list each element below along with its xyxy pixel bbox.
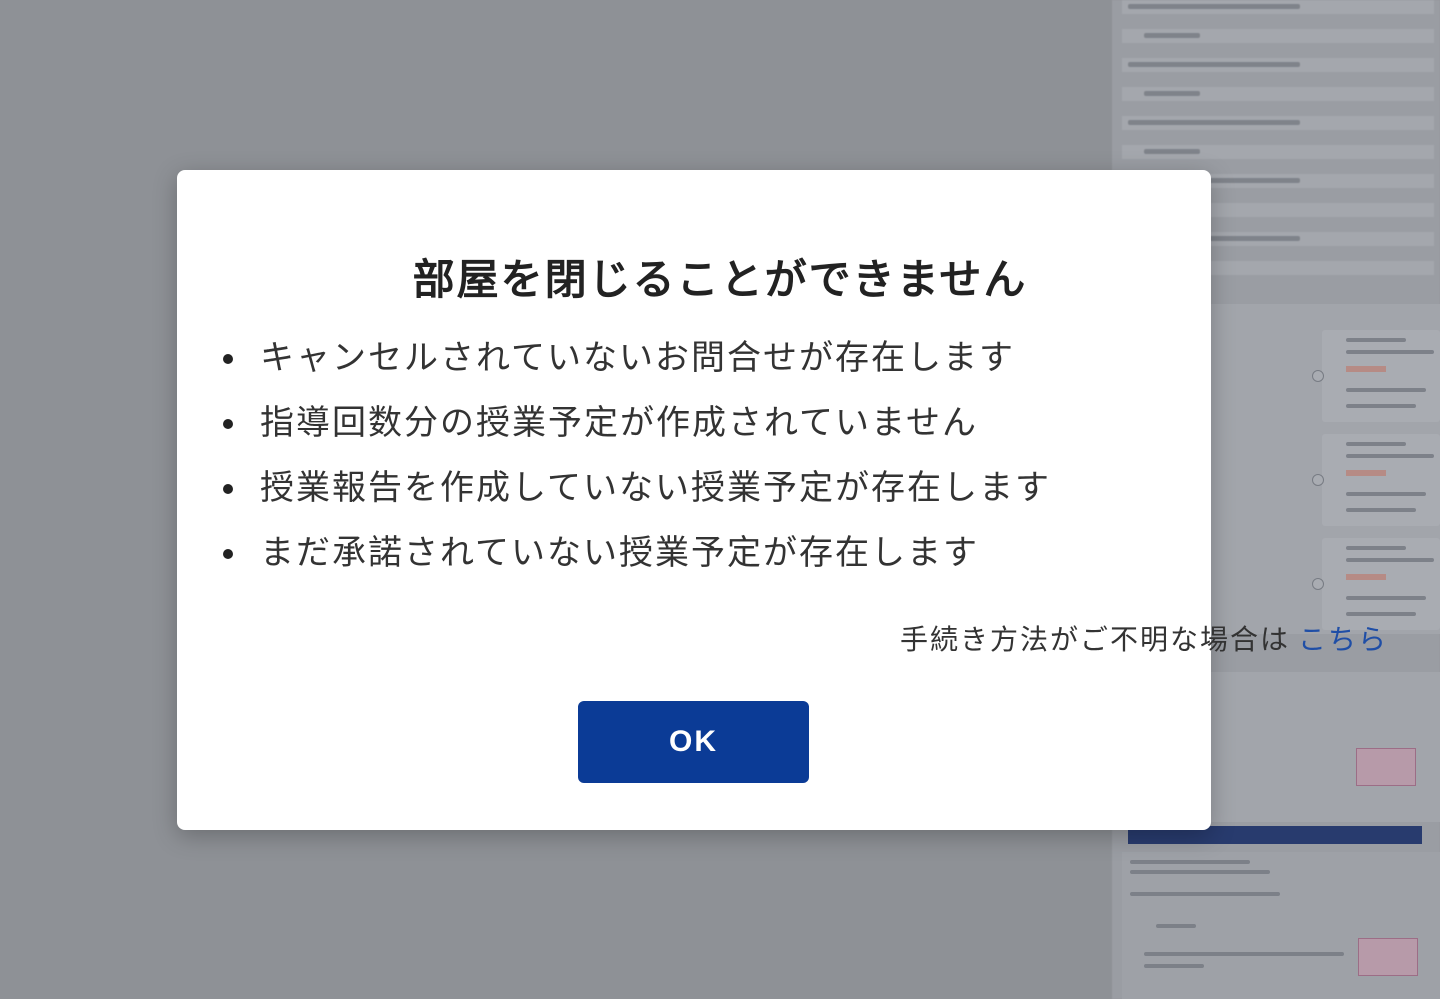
help-text: 手続き方法がご不明な場合は こちら: [900, 618, 1388, 658]
dialog-title: 部屋を閉じることができません: [412, 255, 1028, 304]
background-course-card: [1312, 330, 1440, 422]
background-banner: [1358, 938, 1418, 976]
bullet-icon: [223, 549, 233, 559]
help-label: 手続き方法がご不明な場合は: [899, 623, 1290, 656]
bullet-icon: [223, 354, 233, 364]
ok-button[interactable]: OK: [578, 701, 809, 783]
reason-item: まだ承諾されていない授業予定が存在します: [220, 523, 1051, 588]
reason-item: 指導回数分の授業予定が作成されていません: [220, 393, 1051, 458]
background-course-card: [1312, 538, 1440, 630]
background-course-card: [1312, 434, 1440, 526]
reason-text: 指導回数分の授業予定が作成されていません: [260, 403, 978, 443]
bullet-icon: [223, 419, 233, 429]
background-banner: [1356, 748, 1416, 786]
reason-text: まだ承諾されていない授業予定が存在します: [260, 533, 979, 573]
reason-item: 授業報告を作成していない授業予定が存在します: [220, 458, 1051, 523]
background-panel: [1208, 672, 1440, 822]
reason-text: キャンセルされていないお問合せが存在します: [260, 338, 1015, 378]
background-lower-section: [1122, 852, 1440, 999]
reason-item: キャンセルされていないお問合せが存在します: [220, 328, 1051, 393]
help-link[interactable]: こちら: [1298, 623, 1388, 656]
reason-list: キャンセルされていないお問合せが存在します 指導回数分の授業予定が作成されていま…: [220, 328, 1051, 588]
reason-text: 授業報告を作成していない授業予定が存在します: [260, 468, 1051, 508]
bullet-icon: [223, 484, 233, 494]
